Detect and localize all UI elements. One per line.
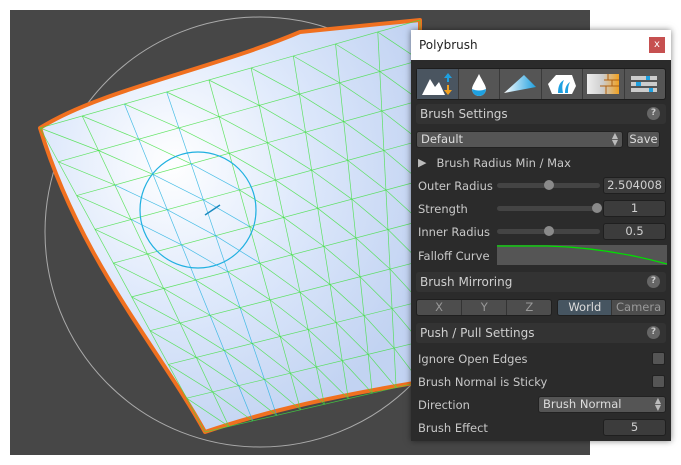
- prefab-mode-button[interactable]: [542, 69, 583, 99]
- sculpt-icon: [422, 73, 453, 95]
- strength-label: Strength: [418, 201, 468, 216]
- outer-radius-slider[interactable]: [497, 180, 600, 190]
- direction-value: Brush Normal: [543, 397, 622, 411]
- smooth-icon: [471, 74, 486, 96]
- space-camera-toggle[interactable]: Camera: [612, 300, 665, 315]
- updown-icon: ▲ ▼: [654, 396, 661, 412]
- brush-effect-label: Brush Effect: [418, 420, 488, 435]
- ignore-open-edges-checkbox[interactable]: [652, 352, 665, 365]
- mesh-surface: [38, 18, 422, 434]
- slider-handle[interactable]: [591, 203, 602, 213]
- section-title: Brush Mirroring: [420, 275, 513, 289]
- mirror-axis-toggles: XYZ: [416, 299, 553, 316]
- toggle-label: Brush Radius Min / Max: [436, 155, 571, 170]
- settings-mode-button[interactable]: [625, 69, 666, 99]
- brush-radius-toggle[interactable]: ▶ Brush Radius Min / Max: [411, 151, 671, 174]
- slider-handle[interactable]: [543, 180, 554, 190]
- ignore-open-edges-label: Ignore Open Edges: [418, 351, 528, 366]
- mirror-z-toggle[interactable]: Z: [507, 300, 551, 315]
- title-bar: Polybrush x: [411, 30, 671, 60]
- smooth-mode-button[interactable]: [459, 69, 500, 99]
- inner-radius-label: Inner Radius: [418, 224, 490, 239]
- brush-preset-dropdown[interactable]: Default ▲ ▼: [416, 131, 623, 148]
- window-title: Polybrush: [419, 38, 478, 52]
- preset-value: Default: [421, 132, 464, 146]
- mode-toolbar: [416, 68, 666, 100]
- brush-settings-header[interactable]: Brush Settings?: [416, 104, 666, 124]
- brush-effect-field[interactable]: 5: [603, 419, 666, 436]
- section-title: Push / Pull Settings: [420, 326, 535, 340]
- section-title: Brush Settings: [420, 107, 508, 121]
- mirror-space-toggles: World Camera: [557, 299, 666, 316]
- close-button[interactable]: x: [649, 37, 665, 53]
- triangle-right-icon: ▶: [418, 156, 427, 169]
- mirror-x-toggle[interactable]: X: [417, 300, 463, 315]
- outer-radius-field[interactable]: 2.504008: [603, 177, 666, 194]
- normal-sticky-label: Brush Normal is Sticky: [418, 374, 548, 389]
- paint-icon: [504, 75, 537, 93]
- updown-icon: ▲ ▼: [611, 131, 618, 147]
- polybrush-panel: Polybrush x Brush Settings? Default ▲ ▼ Sa…: [411, 30, 671, 441]
- normal-sticky-checkbox[interactable]: [652, 375, 665, 388]
- push-pull-header[interactable]: Push / Pull Settings?: [416, 323, 666, 343]
- help-icon[interactable]: ?: [647, 275, 660, 288]
- texture-mode-button[interactable]: [583, 69, 625, 99]
- falloff-label: Falloff Curve: [418, 248, 490, 263]
- mirror-y-toggle[interactable]: Y: [462, 300, 508, 315]
- strength-field[interactable]: 1: [603, 200, 666, 217]
- space-world-toggle[interactable]: World: [558, 300, 613, 315]
- settings-icon: [630, 76, 657, 92]
- texture-icon: [587, 74, 620, 94]
- slider-handle[interactable]: [543, 226, 554, 236]
- outer-radius-label: Outer Radius: [418, 178, 493, 193]
- brush-mirroring-header[interactable]: Brush Mirroring?: [416, 272, 666, 292]
- paint-mode-button[interactable]: [500, 69, 542, 99]
- save-button[interactable]: Save: [627, 131, 660, 148]
- direction-label: Direction: [418, 397, 470, 412]
- inner-radius-field[interactable]: 0.5: [603, 223, 666, 240]
- help-icon[interactable]: ?: [647, 107, 660, 120]
- help-icon[interactable]: ?: [647, 326, 660, 339]
- inner-radius-slider[interactable]: [497, 226, 600, 236]
- falloff-curve-field[interactable]: [497, 245, 667, 265]
- strength-slider[interactable]: [497, 203, 602, 213]
- sculpt-mode-button[interactable]: [417, 69, 459, 99]
- prefab-icon: [547, 75, 576, 94]
- direction-dropdown[interactable]: Brush Normal ▲ ▼: [538, 396, 666, 413]
